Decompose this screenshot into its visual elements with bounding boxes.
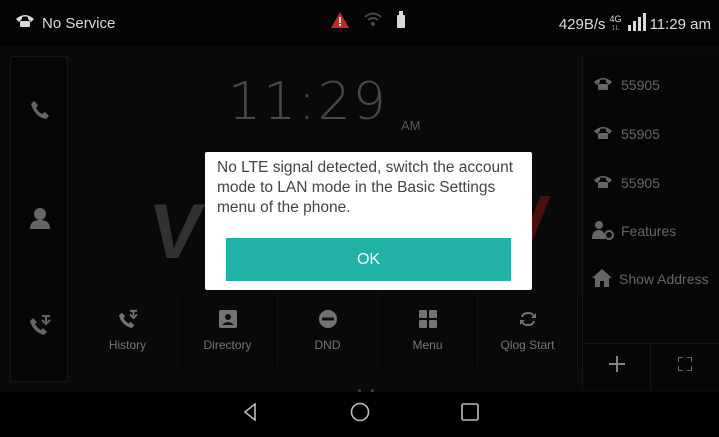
alert-dialog: No LTE signal detected, switch the accou… <box>205 152 532 290</box>
dialog-message: No LTE signal detected, switch the accou… <box>217 159 514 216</box>
ok-button[interactable]: OK <box>226 238 511 281</box>
